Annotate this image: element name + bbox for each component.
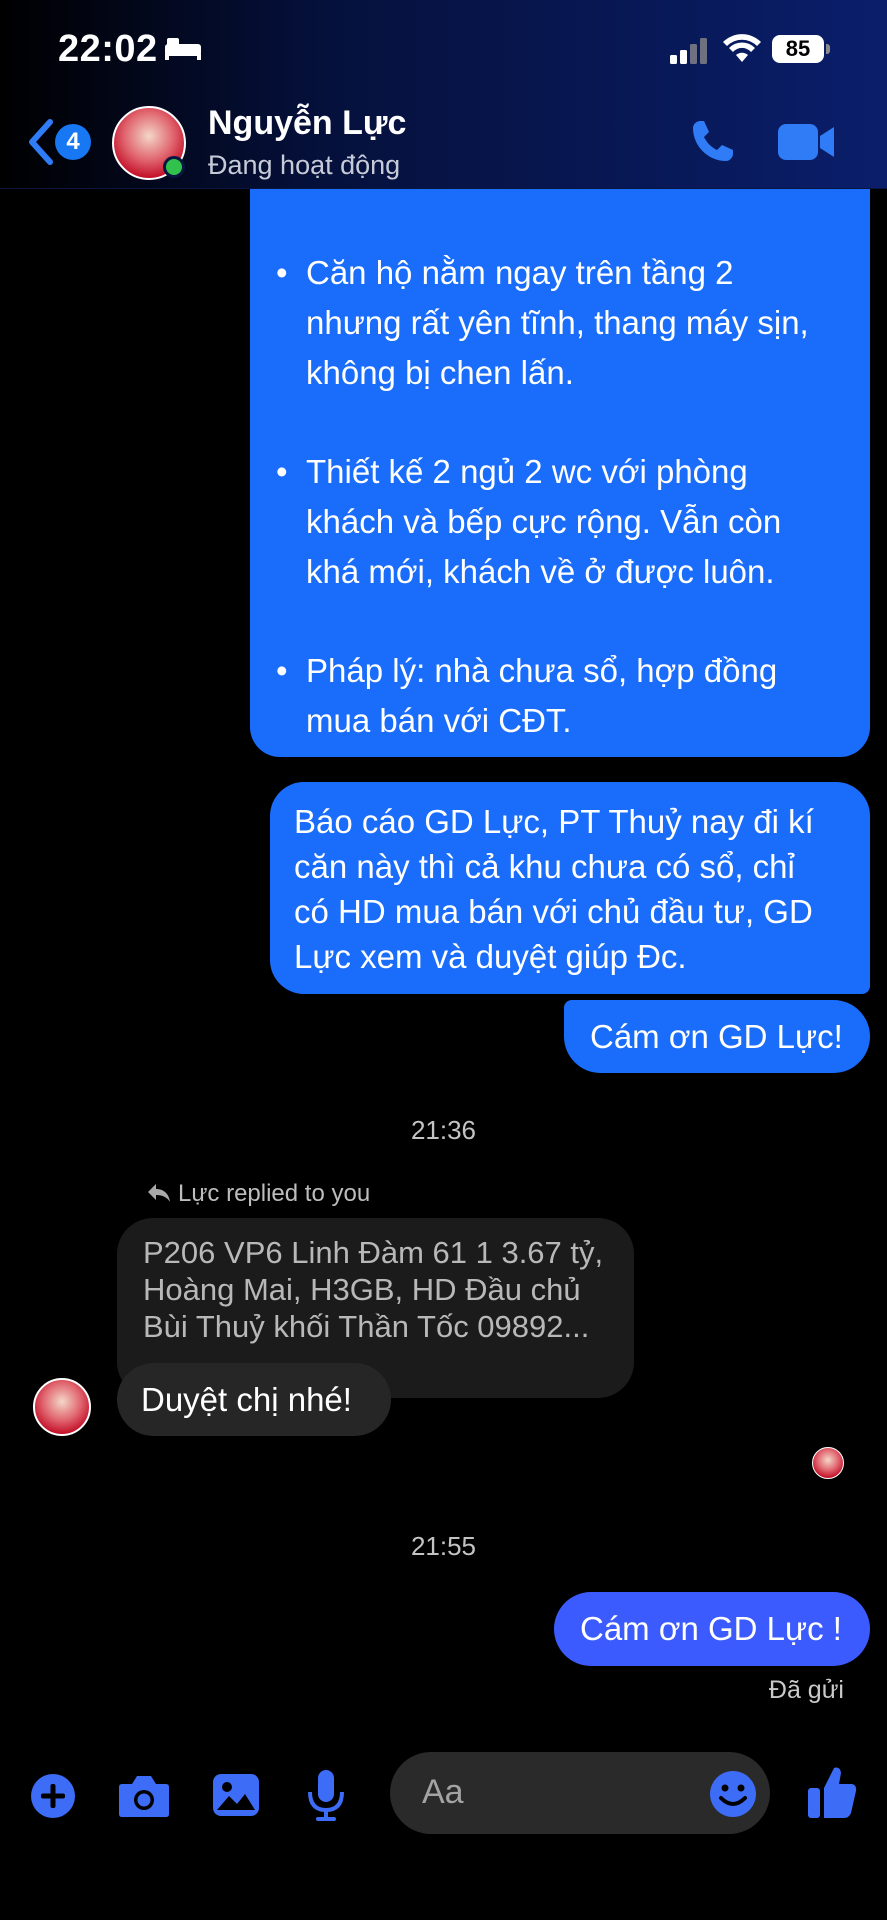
gallery-icon[interactable] — [212, 1772, 260, 1818]
battery-level: 85 — [785, 36, 811, 61]
bullet-line: mua bán với CĐT. — [306, 702, 572, 739]
bullet-line: Thiết kế 2 ngủ 2 wc với phòng — [306, 453, 748, 490]
quoted-line: Hoàng Mai, H3GB, HD Đầu chủ — [143, 1272, 581, 1307]
bullet-dot: • — [276, 652, 288, 689]
quoted-line: Bùi Thuỷ khối Thần Tốc 09892... — [143, 1309, 590, 1344]
back-chevron-icon[interactable] — [26, 118, 54, 166]
message-bubble-outgoing[interactable]: Cám ơn GD Lực ! — [554, 1592, 870, 1666]
message-line: Báo cáo GD Lực, PT Thuỷ nay đi kí — [294, 803, 814, 840]
bullet-line: không bị chen lấn. — [306, 354, 574, 391]
phone-call-icon[interactable] — [688, 118, 736, 166]
message-input-placeholder: Aa — [422, 1773, 464, 1811]
sender-avatar[interactable] — [33, 1378, 91, 1436]
reply-arrow-icon — [148, 1184, 170, 1202]
like-thumb-icon[interactable] — [806, 1764, 858, 1820]
message-line: căn này thì cả khu chưa có sổ, chỉ — [294, 848, 795, 885]
message-bubble-outgoing[interactable]: Cám ơn GD Lực! — [564, 1000, 870, 1073]
message-text: Cám ơn GD Lực ! — [580, 1610, 842, 1647]
battery-cap — [826, 44, 830, 54]
message-line: có HD mua bán với chủ đầu tư, GD — [294, 893, 813, 930]
timestamp: 21:55 — [410, 1531, 477, 1561]
sleep-mode-icon — [165, 38, 201, 60]
status-bar: 22:02 85 — [0, 0, 887, 100]
bullet-line: Căn hộ nằm ngay trên tầng 2 — [306, 254, 734, 291]
contact-status: Đang hoạt động — [208, 150, 401, 180]
emoji-icon[interactable] — [709, 1770, 757, 1818]
message-bubble-outgoing[interactable]: Báo cáo GD Lực, PT Thuỷ nay đi kí căn nà… — [270, 782, 870, 994]
contact-name[interactable]: Nguyễn Lực — [208, 104, 406, 143]
bullet-line: nhưng rất yên tĩnh, thang máy sịn, — [306, 304, 809, 341]
camera-icon[interactable] — [118, 1772, 170, 1818]
message-bubble-incoming[interactable]: Duyệt chị nhé! — [117, 1363, 391, 1436]
delivery-status: Đã gửi — [768, 1676, 844, 1704]
unread-count-badge[interactable]: 4 — [55, 124, 91, 160]
video-call-icon[interactable] — [778, 122, 836, 162]
conversation-header: 22:02 85 4 Nguyễn Lực Đang hoạt động — [0, 0, 887, 189]
message-text: Duyệt chị nhé! — [141, 1381, 352, 1418]
message-line: Lực xem và duyệt giúp Đc. — [294, 938, 687, 975]
add-icon[interactable] — [30, 1773, 76, 1819]
bullet-line: khách và bếp cực rộng. Vẫn còn — [306, 503, 782, 540]
bullet-dot: • — [276, 453, 288, 490]
status-clock: 22:02 — [58, 28, 158, 70]
reply-label: Lực replied to you — [178, 1180, 371, 1207]
seen-by-avatar — [812, 1447, 844, 1479]
online-indicator — [163, 156, 185, 178]
timestamp: 21:36 — [410, 1115, 477, 1145]
bullet-dot: • — [276, 254, 288, 291]
wifi-icon — [723, 34, 761, 62]
quoted-line: P206 VP6 Linh Đàm 61 1 3.67 tỷ, — [143, 1235, 604, 1270]
bullet-line: khá mới, khách về ở được luôn. — [306, 553, 775, 590]
message-text: Cám ơn GD Lực! — [590, 1018, 843, 1055]
signal-icon — [670, 38, 707, 64]
bullet-line: Pháp lý: nhà chưa sổ, hợp đồng — [306, 652, 778, 689]
microphone-icon[interactable] — [306, 1770, 346, 1822]
